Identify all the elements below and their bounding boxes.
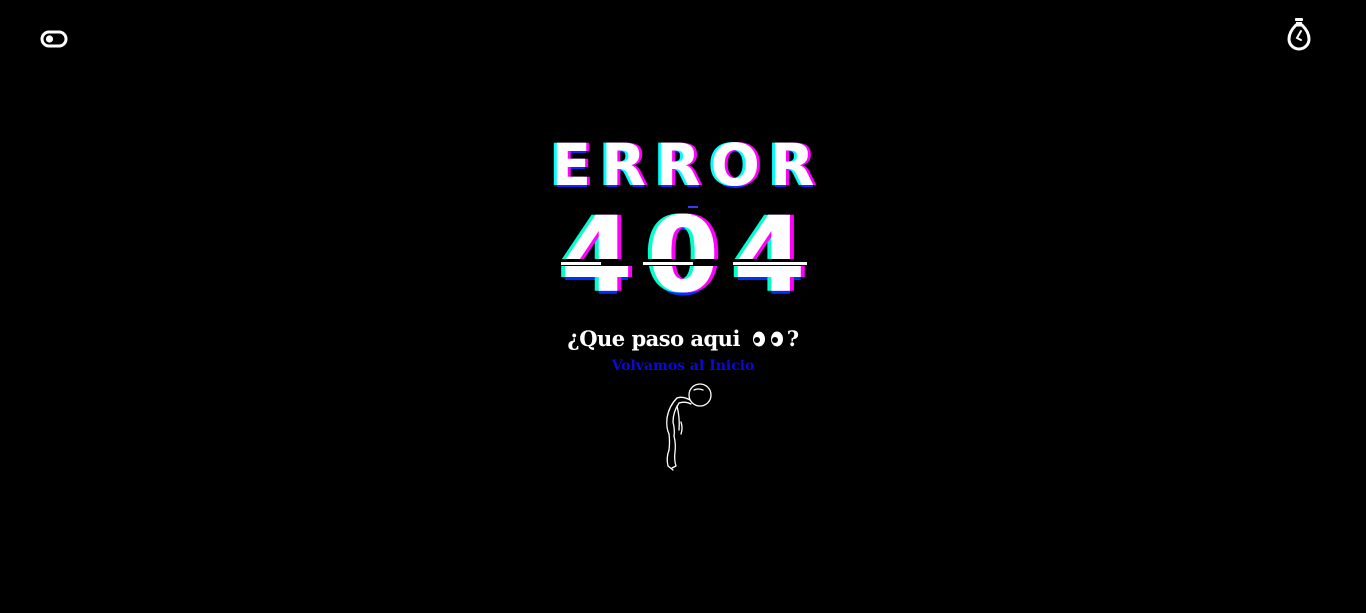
sad-person-illustration — [655, 378, 717, 474]
light-bulb-icon — [1287, 18, 1311, 51]
question-text: ¿Que paso aqui — [567, 326, 740, 351]
error-question: ¿Que paso aqui ? — [0, 323, 1366, 357]
error-code: 404 — [560, 194, 820, 316]
error-title: ERROR — [551, 131, 825, 199]
toggle-switch-icon — [40, 30, 68, 48]
glitch-dot — [688, 206, 698, 208]
error-code-block: 404 — [533, 200, 833, 310]
theme-toggle-button[interactable] — [40, 30, 70, 50]
home-link[interactable]: Volvamos al Inicio — [0, 356, 1366, 376]
glitch-line — [733, 262, 807, 265]
eyes-icon — [751, 325, 787, 357]
glitch-line — [643, 262, 693, 265]
lamp-button[interactable] — [1285, 16, 1313, 52]
glitch-line — [561, 262, 601, 265]
question-end: ? — [786, 326, 799, 351]
